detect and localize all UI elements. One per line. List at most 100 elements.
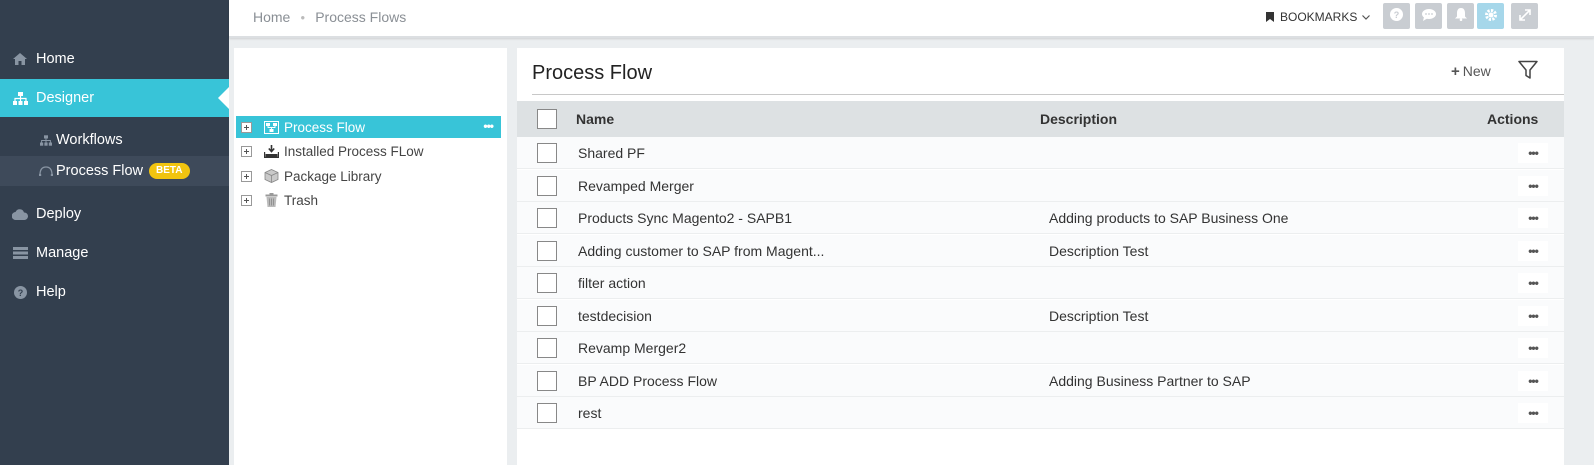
row-name[interactable]: testdecision: [578, 308, 868, 324]
subnav-workflows[interactable]: Workflows: [0, 125, 229, 155]
column-header-description[interactable]: Description: [1040, 111, 1117, 127]
row-name[interactable]: Revamped Merger: [578, 178, 868, 194]
table-row[interactable]: BP ADD Process Flow Adding Business Partn…: [517, 364, 1564, 397]
help-button[interactable]: ?: [1383, 3, 1410, 29]
row-checkbox[interactable]: [537, 403, 557, 423]
row-checkbox[interactable]: [537, 175, 557, 196]
row-checkbox[interactable]: [537, 273, 557, 293]
expand-plus-icon[interactable]: [241, 170, 252, 182]
row-actions-more-icon[interactable]: •••: [1518, 338, 1548, 358]
table-row[interactable]: rest •••: [517, 397, 1564, 429]
sidebar: Home Designer Workflows Process Flow BET…: [0, 0, 229, 465]
sitemap-icon: [12, 90, 28, 106]
tree-panel: Process Flow ••• Installed Process FLow …: [234, 48, 507, 465]
tree-item-process-flow[interactable]: Process Flow •••: [236, 116, 501, 138]
table-row[interactable]: Products Sync Magento2 - SAPB1 Adding pro…: [517, 202, 1564, 234]
tree-item-label: Process Flow: [284, 119, 366, 135]
more-options-icon[interactable]: •••: [483, 119, 494, 133]
nav-manage-label: Manage: [36, 245, 89, 261]
subnav-workflows-label: Workflows: [56, 132, 123, 148]
nav-help-label: Help: [36, 284, 66, 300]
home-icon: [12, 51, 28, 67]
sitemap-small-icon: [38, 134, 54, 146]
row-actions-more-icon[interactable]: •••: [1518, 305, 1548, 326]
row-name[interactable]: Products Sync Magento2 - SAPB1: [578, 210, 868, 226]
bookmark-icon: [1266, 12, 1274, 22]
row-name[interactable]: filter action: [578, 275, 868, 291]
nav-home[interactable]: Home: [0, 40, 229, 78]
row-actions-more-icon[interactable]: •••: [1518, 273, 1548, 293]
bookmarks-label: BOOKMARKS: [1280, 10, 1358, 24]
table-row[interactable]: Adding customer to SAP from Magent... Des…: [517, 234, 1564, 267]
chevron-down-icon: [1362, 12, 1371, 22]
svg-text:?: ?: [17, 288, 23, 298]
row-actions-more-icon[interactable]: •••: [1518, 240, 1548, 261]
row-description: Description Test: [1049, 307, 1149, 324]
gear-icon: [1484, 8, 1498, 25]
column-header-name[interactable]: Name: [576, 111, 614, 127]
expand-plus-icon[interactable]: [241, 121, 252, 133]
trash-icon: [263, 193, 279, 208]
row-actions-more-icon[interactable]: •••: [1518, 370, 1548, 391]
row-checkbox[interactable]: [537, 240, 557, 261]
row-checkbox[interactable]: [537, 338, 557, 358]
row-name[interactable]: Shared PF: [578, 145, 868, 161]
row-actions-more-icon[interactable]: •••: [1518, 403, 1548, 423]
row-actions-more-icon[interactable]: •••: [1518, 143, 1548, 163]
row-name[interactable]: Revamp Merger2: [578, 340, 868, 356]
breadcrumb-home[interactable]: Home: [253, 9, 290, 25]
server-icon: [12, 245, 28, 261]
nav-manage[interactable]: Manage: [0, 234, 229, 272]
expand-plus-icon[interactable]: [241, 194, 252, 206]
help-icon: ?: [1390, 8, 1403, 24]
row-description: Adding Business Partner to SAP: [1049, 372, 1251, 389]
subnav-process-flow[interactable]: Process Flow BETA: [0, 156, 229, 186]
page-title: Process Flow: [532, 62, 653, 84]
tree-item-label: Installed Process FLow: [284, 143, 424, 159]
install-icon: [263, 144, 279, 159]
row-checkbox[interactable]: [537, 370, 557, 391]
row-checkbox[interactable]: [537, 305, 557, 326]
nav-designer[interactable]: Designer: [0, 79, 229, 117]
main-panel: Process Flow + New Name Description Actio…: [517, 48, 1564, 465]
beta-badge: BETA: [149, 163, 190, 179]
breadcrumb-separator-icon: ●: [300, 12, 306, 22]
nav-help[interactable]: ? Help: [0, 273, 229, 311]
row-actions-more-icon[interactable]: •••: [1518, 208, 1548, 228]
table-row[interactable]: testdecision Description Test •••: [517, 299, 1564, 332]
table-row[interactable]: Shared PF •••: [517, 137, 1564, 169]
row-description: Adding products to SAP Business One: [1049, 210, 1289, 226]
nav-deploy-label: Deploy: [36, 206, 82, 222]
breadcrumb-current: Process Flows: [315, 9, 407, 25]
package-icon: [263, 169, 279, 184]
row-name[interactable]: Adding customer to SAP from Magent...: [578, 243, 868, 259]
title-divider: [532, 94, 1564, 95]
tree-item-trash[interactable]: Trash: [236, 189, 501, 211]
fullscreen-button[interactable]: [1511, 3, 1538, 29]
expand-plus-icon[interactable]: [241, 145, 252, 157]
table-row[interactable]: Revamp Merger2 •••: [517, 332, 1564, 364]
cloud-icon: [12, 206, 28, 222]
notifications-button[interactable]: [1447, 3, 1474, 29]
filter-button[interactable]: [1518, 60, 1538, 82]
breadcrumb: Home ● Process Flows: [253, 9, 406, 25]
chat-button[interactable]: [1415, 3, 1442, 29]
tree-item-label: Trash: [284, 192, 319, 208]
question-icon: ?: [12, 284, 28, 300]
row-name[interactable]: rest: [578, 405, 868, 421]
tree-item-package-library[interactable]: Package Library: [236, 165, 501, 187]
row-actions-more-icon[interactable]: •••: [1518, 175, 1548, 196]
tree-item-installed-process-flow[interactable]: Installed Process FLow: [236, 140, 501, 162]
row-checkbox[interactable]: [537, 208, 557, 228]
bookmarks-dropdown[interactable]: BOOKMARKS: [1266, 10, 1371, 24]
plus-icon: +: [1451, 63, 1460, 80]
table-row[interactable]: filter action •••: [517, 267, 1564, 299]
table-row[interactable]: Revamped Merger •••: [517, 169, 1564, 202]
filter-icon: [1518, 60, 1538, 83]
new-button[interactable]: + New: [1451, 63, 1491, 80]
row-checkbox[interactable]: [537, 143, 557, 163]
select-all-checkbox[interactable]: [537, 109, 557, 129]
row-name[interactable]: BP ADD Process Flow: [578, 373, 868, 389]
nav-deploy[interactable]: Deploy: [0, 195, 229, 233]
settings-button[interactable]: [1477, 3, 1504, 29]
